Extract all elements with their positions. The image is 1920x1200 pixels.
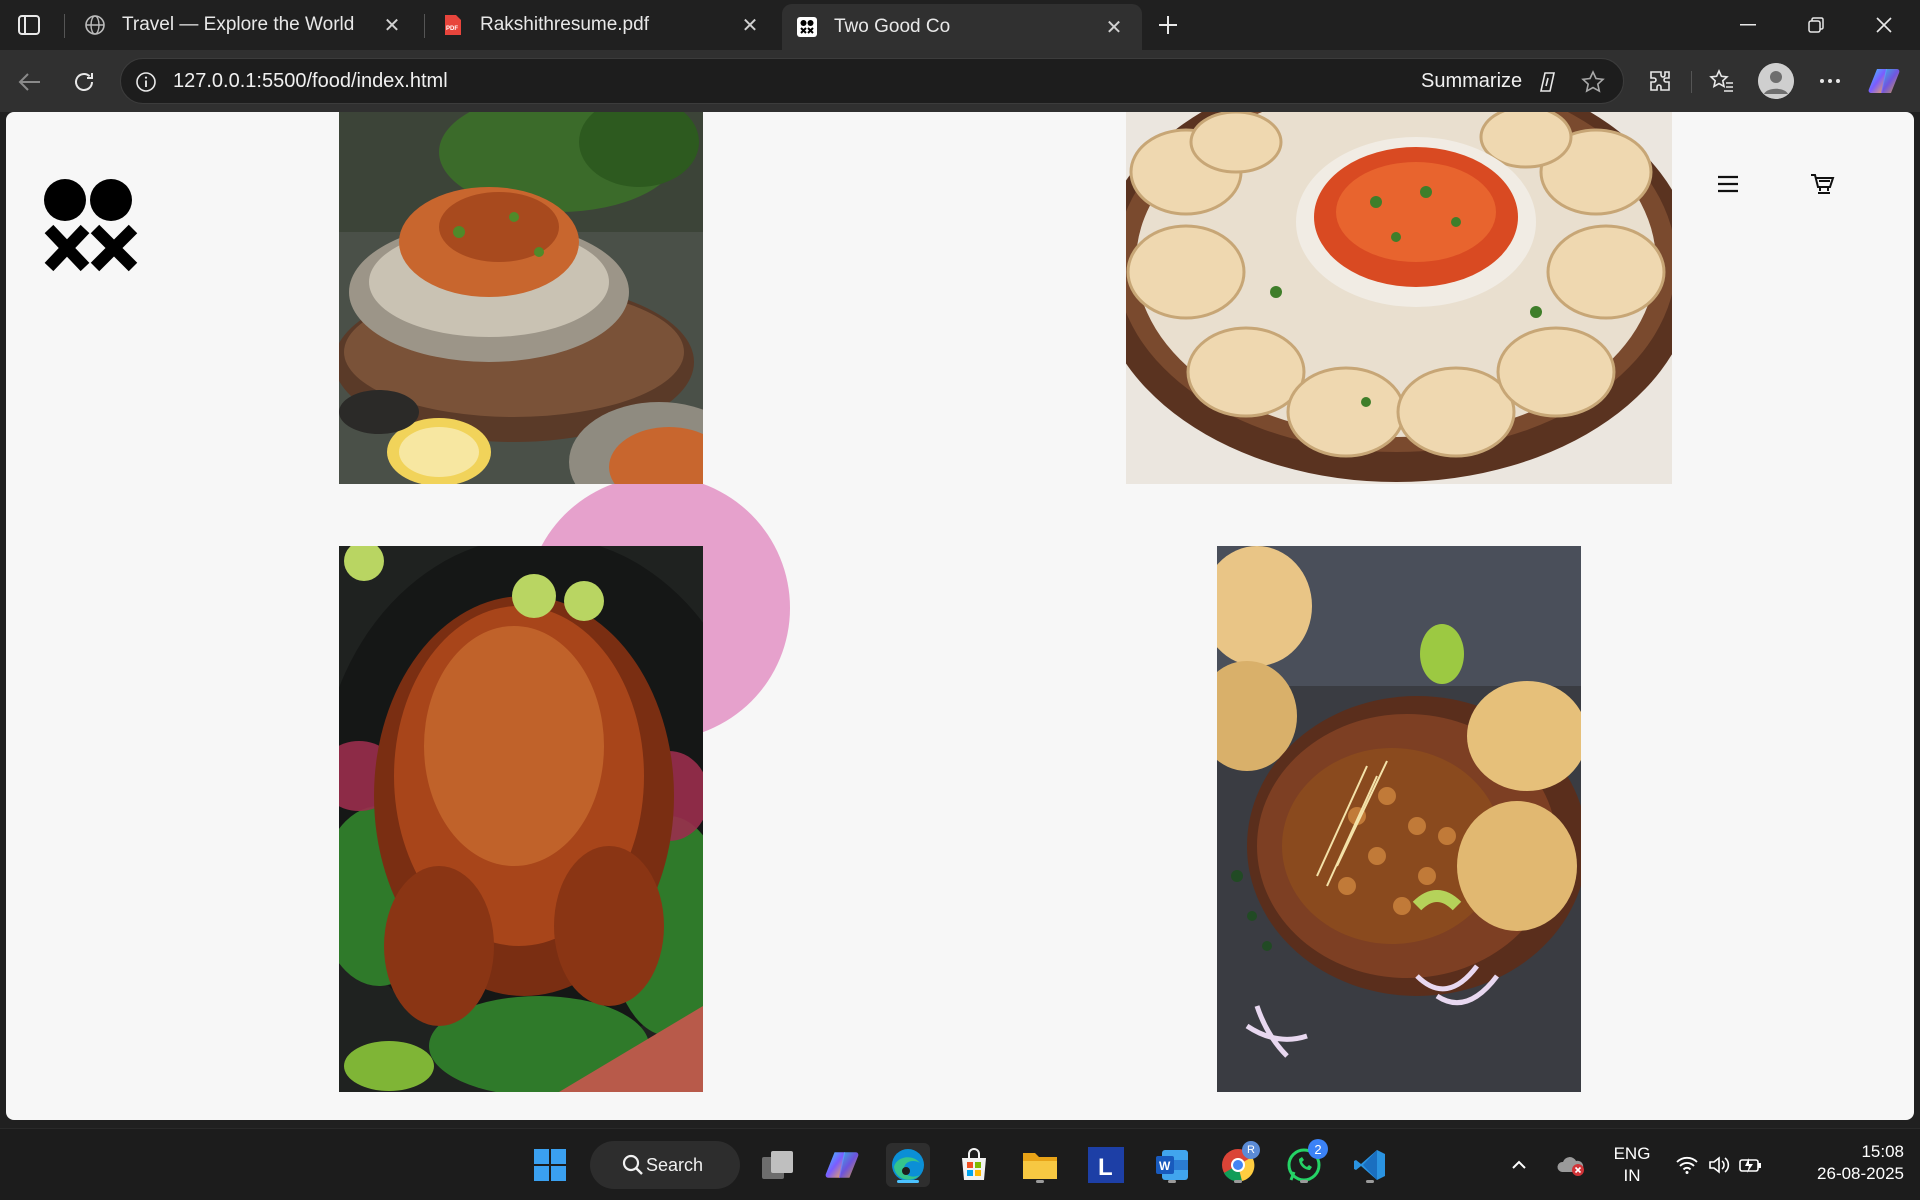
copilot-summarize-icon[interactable] [1535, 68, 1563, 96]
toolbar-separator [1691, 71, 1692, 93]
site-info-icon[interactable] [133, 69, 159, 95]
url-text[interactable]: 127.0.0.1:5500/food/index.html [173, 70, 448, 93]
svg-text:L: L [1098, 1154, 1113, 1181]
svg-text:W: W [1159, 1159, 1171, 1173]
search-label: Search [646, 1154, 704, 1175]
roast-chicken-image [339, 546, 703, 1092]
windows-start-icon[interactable] [528, 1143, 572, 1187]
tab-resume-pdf[interactable]: PDF Rakshithresume.pdf ✕ [428, 4, 778, 46]
two-good-co-logo[interactable] [43, 177, 139, 273]
tab-two-good-co[interactable]: Two Good Co ✕ [782, 4, 1142, 50]
restore-icon[interactable] [1788, 6, 1844, 44]
back-arrow-icon[interactable] [12, 64, 48, 100]
close-tab-icon[interactable]: ✕ [736, 11, 764, 39]
chole-bhature-image [1217, 546, 1581, 1092]
tab-actions-icon[interactable] [14, 11, 44, 39]
hamburger-menu-icon[interactable] [1708, 164, 1748, 204]
favorite-star-icon[interactable] [1579, 68, 1607, 96]
search-icon [622, 1154, 643, 1175]
favorites-icon[interactable] [1704, 63, 1740, 99]
chrome-icon[interactable]: R [1216, 1141, 1260, 1187]
clock-date: 26-08-2025 [1817, 1164, 1904, 1183]
globe-icon [84, 14, 106, 36]
language-indicator[interactable]: ENG IN [1604, 1143, 1660, 1187]
tab-label: Rakshithresume.pdf [480, 14, 649, 35]
tab-travel[interactable]: Travel — Explore the World ✕ [70, 4, 420, 46]
copilot-app-icon[interactable] [820, 1143, 864, 1187]
chrome-profile-badge: R [1242, 1141, 1260, 1159]
wifi-icon[interactable] [1672, 1143, 1702, 1187]
tab-separator [64, 14, 65, 38]
cart-icon[interactable] [1802, 164, 1842, 204]
clock-time: 15:08 [1861, 1142, 1904, 1161]
whatsapp-unread-badge: 2 [1308, 1139, 1328, 1159]
vscode-icon[interactable] [1348, 1143, 1392, 1187]
copilot-icon[interactable] [1866, 63, 1902, 99]
edge-browser-icon[interactable] [886, 1143, 930, 1187]
task-view-icon[interactable] [756, 1143, 800, 1187]
pdf-icon: PDF [442, 14, 464, 36]
refresh-icon[interactable] [66, 64, 102, 100]
browser-toolbar: 127.0.0.1:5500/food/index.html Summarize [0, 50, 1920, 112]
onedrive-error-icon[interactable] [1554, 1143, 1588, 1187]
taskbar-search[interactable]: Search [590, 1141, 740, 1189]
whatsapp-icon[interactable]: 2 [1282, 1139, 1328, 1187]
twogood-favicon-icon [796, 16, 818, 38]
momos-image [1126, 112, 1672, 484]
svg-text:PDF: PDF [446, 26, 458, 32]
volume-icon[interactable] [1704, 1143, 1734, 1187]
browser-tab-bar: Travel — Explore the World ✕ PDF Rakshit… [0, 0, 1920, 50]
close-tab-icon[interactable]: ✕ [378, 11, 406, 39]
more-options-icon[interactable] [1812, 63, 1848, 99]
extensions-icon[interactable] [1642, 63, 1678, 99]
close-window-icon[interactable] [1856, 6, 1912, 44]
tab-label: Two Good Co [834, 16, 951, 37]
profile-avatar-icon[interactable] [1758, 63, 1794, 99]
tab-separator [424, 14, 425, 38]
page-viewport [6, 112, 1914, 1120]
language-line-1: ENG [1613, 1144, 1651, 1163]
pasta-image [339, 112, 703, 484]
language-line-2: IN [1623, 1166, 1641, 1185]
address-bar[interactable]: 127.0.0.1:5500/food/index.html Summarize [120, 58, 1624, 104]
word-icon[interactable]: W [1150, 1143, 1194, 1187]
new-tab-icon[interactable] [1152, 9, 1184, 41]
windows-taskbar: Search L W R 2 ENG IN 15:08 26-08-2025 [0, 1128, 1920, 1200]
tab-label: Travel — Explore the World [122, 14, 355, 35]
file-explorer-icon[interactable] [1018, 1143, 1062, 1187]
microsoft-store-icon[interactable] [952, 1143, 996, 1187]
show-hidden-icons-chevron[interactable] [1504, 1143, 1534, 1187]
summarize-button[interactable]: Summarize [1421, 70, 1522, 93]
battery-charging-icon[interactable] [1736, 1143, 1766, 1187]
minimize-icon[interactable] [1720, 6, 1776, 44]
l-app-icon[interactable]: L [1084, 1143, 1128, 1187]
clock[interactable]: 15:08 26-08-2025 [1780, 1141, 1904, 1185]
close-tab-icon[interactable]: ✕ [1100, 13, 1128, 41]
